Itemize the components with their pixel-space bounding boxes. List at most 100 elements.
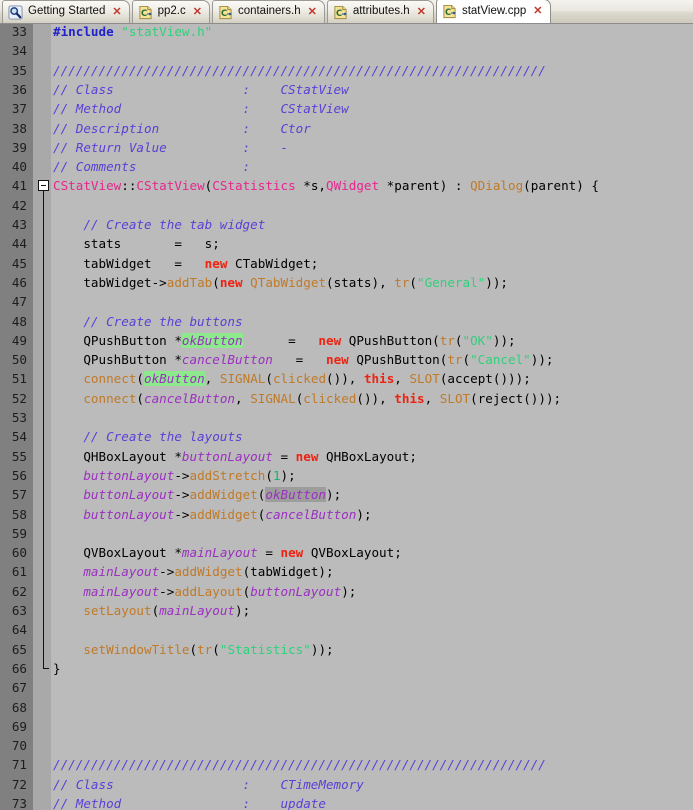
code-token: CStatView bbox=[53, 178, 121, 193]
code-token: tabWidget = bbox=[53, 256, 205, 271]
code-line[interactable]: QPushButton *okButton = new QPushButton(… bbox=[51, 331, 693, 350]
editor-tab-attributes-h[interactable]: Cattributes.h✕ bbox=[327, 0, 434, 23]
editor-tab-bar: Getting Started✕Cpp2.c✕Ccontainers.h✕Cat… bbox=[0, 0, 693, 24]
code-line[interactable] bbox=[51, 524, 693, 543]
line-number: 61 bbox=[0, 562, 27, 581]
code-line[interactable] bbox=[51, 41, 693, 60]
code-line[interactable]: ////////////////////////////////////////… bbox=[51, 755, 693, 774]
code-token: "Cancel" bbox=[470, 352, 531, 367]
editor-tab-containers-h[interactable]: Ccontainers.h✕ bbox=[212, 0, 325, 23]
tab-close-icon[interactable]: ✕ bbox=[112, 7, 121, 18]
line-number: 54 bbox=[0, 427, 27, 446]
code-token: ( bbox=[455, 333, 463, 348]
code-line[interactable]: setWindowTitle(tr("Statistics")); bbox=[51, 640, 693, 659]
code-line[interactable]: // Method : CStatView bbox=[51, 99, 693, 118]
code-line[interactable]: buttonLayout->addWidget(okButton); bbox=[51, 485, 693, 504]
code-token: QDialog bbox=[470, 178, 523, 193]
code-line[interactable]: stats = s; bbox=[51, 234, 693, 253]
code-line[interactable] bbox=[51, 698, 693, 717]
code-line[interactable]: connect(cancelButton, SIGNAL(clicked()),… bbox=[51, 389, 693, 408]
code-line[interactable]: mainLayout->addWidget(tabWidget); bbox=[51, 562, 693, 581]
editor-tab-statview-cpp[interactable]: CstatView.cpp✕ bbox=[436, 0, 551, 23]
code-token: new bbox=[296, 449, 319, 464]
code-line[interactable] bbox=[51, 717, 693, 736]
code-line[interactable] bbox=[51, 292, 693, 311]
line-number: 58 bbox=[0, 505, 27, 524]
code-token: clicked bbox=[303, 391, 356, 406]
code-token: new bbox=[205, 256, 228, 271]
code-token: ); bbox=[326, 487, 341, 502]
code-token: ); bbox=[341, 584, 356, 599]
tab-close-icon[interactable]: ✕ bbox=[193, 7, 202, 18]
editor-tab-getting-started[interactable]: Getting Started✕ bbox=[2, 0, 130, 23]
fold-range-line bbox=[43, 191, 44, 668]
code-editor-pane[interactable]: 3334353637383940414243444546474849505152… bbox=[0, 24, 693, 810]
code-line[interactable]: QPushButton *cancelButton = new QPushBut… bbox=[51, 350, 693, 369]
tab-close-icon[interactable]: ✕ bbox=[308, 7, 317, 18]
fold-collapse-icon[interactable] bbox=[38, 180, 49, 191]
fold-range-end-marker bbox=[43, 668, 49, 669]
code-line[interactable]: QVBoxLayout *mainLayout = new QVBoxLayou… bbox=[51, 543, 693, 562]
code-line[interactable]: QHBoxLayout *buttonLayout = new QHBoxLay… bbox=[51, 447, 693, 466]
code-line[interactable]: connect(okButton, SIGNAL(clicked()), thi… bbox=[51, 369, 693, 388]
code-line[interactable] bbox=[51, 736, 693, 755]
code-line[interactable]: tabWidget->addTab(new QTabWidget(stats),… bbox=[51, 273, 693, 292]
code-token: *s, bbox=[296, 178, 326, 193]
code-token: QPushButton * bbox=[53, 333, 182, 348]
code-line[interactable]: ////////////////////////////////////////… bbox=[51, 61, 693, 80]
code-line[interactable]: buttonLayout->addWidget(cancelButton); bbox=[51, 505, 693, 524]
line-number: 39 bbox=[0, 138, 27, 157]
code-token: tr bbox=[440, 333, 455, 348]
code-line[interactable]: CStatView::CStatView(CStatistics *s,QWid… bbox=[51, 176, 693, 195]
code-token: new bbox=[280, 545, 303, 560]
code-line[interactable]: // Create the tab widget bbox=[51, 215, 693, 234]
code-line[interactable] bbox=[51, 678, 693, 697]
code-token: ( bbox=[212, 275, 220, 290]
code-line[interactable]: tabWidget = new CTabWidget; bbox=[51, 254, 693, 273]
code-line[interactable]: // Comments : bbox=[51, 157, 693, 176]
code-token: // Create the layouts bbox=[53, 429, 243, 444]
code-line[interactable]: // Description : Ctor bbox=[51, 119, 693, 138]
svg-text:C: C bbox=[221, 7, 227, 17]
code-token: addStretch bbox=[190, 468, 266, 483]
code-token: QHBoxLayout; bbox=[318, 449, 417, 464]
code-token: "OK" bbox=[463, 333, 493, 348]
code-token: = bbox=[243, 333, 311, 348]
code-line[interactable]: #include "statView.h" bbox=[51, 24, 693, 41]
code-text-area[interactable]: #include "statView.h" ///////////////////… bbox=[51, 24, 693, 810]
code-line[interactable]: // Class : CTimeMemory bbox=[51, 775, 693, 794]
tab-close-icon[interactable]: ✕ bbox=[417, 7, 426, 18]
code-line[interactable]: // Method : update bbox=[51, 794, 693, 810]
code-token: )); bbox=[311, 642, 334, 657]
code-line[interactable]: buttonLayout->addStretch(1); bbox=[51, 466, 693, 485]
code-token: ( bbox=[136, 371, 144, 386]
editor-tab-pp2-c[interactable]: Cpp2.c✕ bbox=[132, 0, 210, 23]
code-line[interactable] bbox=[51, 620, 693, 639]
line-number: 44 bbox=[0, 234, 27, 253]
code-line[interactable]: setLayout(mainLayout); bbox=[51, 601, 693, 620]
code-line[interactable]: } bbox=[51, 659, 693, 678]
code-line[interactable]: // Return Value : - bbox=[51, 138, 693, 157]
code-line[interactable]: // Create the layouts bbox=[51, 427, 693, 446]
code-token: addLayout bbox=[174, 584, 242, 599]
code-token: CStatView bbox=[136, 178, 204, 193]
line-number: 34 bbox=[0, 41, 27, 60]
code-line[interactable]: // Class : CStatView bbox=[51, 80, 693, 99]
code-line[interactable]: // Create the buttons bbox=[51, 312, 693, 331]
code-line[interactable] bbox=[51, 408, 693, 427]
code-token: tabWidget-> bbox=[53, 275, 167, 290]
code-token: -> bbox=[159, 584, 174, 599]
code-token: ()), bbox=[356, 391, 394, 406]
code-token: "Statistics" bbox=[220, 642, 311, 657]
code-token: // Class : CStatView bbox=[53, 82, 349, 97]
tab-close-icon[interactable]: ✕ bbox=[533, 6, 542, 17]
line-number: 49 bbox=[0, 331, 27, 350]
selected-token: okButton bbox=[265, 487, 326, 502]
code-line[interactable] bbox=[51, 196, 693, 215]
code-line[interactable]: mainLayout->addLayout(buttonLayout); bbox=[51, 582, 693, 601]
code-token: (tabWidget); bbox=[243, 564, 334, 579]
code-folding-margin[interactable] bbox=[33, 24, 51, 810]
line-number: 36 bbox=[0, 80, 27, 99]
line-number: 67 bbox=[0, 678, 27, 697]
code-token: )); bbox=[493, 333, 516, 348]
